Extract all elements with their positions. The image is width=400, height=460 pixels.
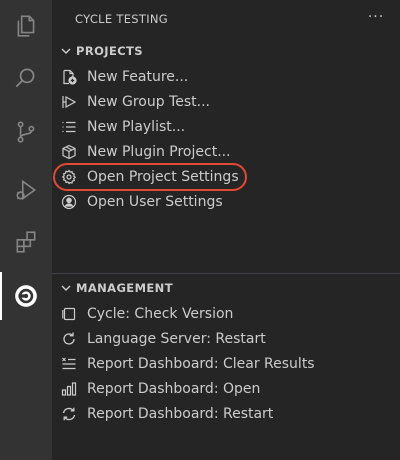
activity-explorer[interactable]	[0, 2, 52, 50]
management-item-label: Report Dashboard: Open	[87, 380, 261, 397]
search-icon	[15, 68, 35, 88]
project-item-label: New Feature...	[87, 68, 189, 85]
project-item-new-playlist[interactable]: New Playlist...	[60, 114, 185, 139]
activity-search[interactable]	[0, 54, 52, 102]
sidebar: CYCLE TESTING ··· PROJECTS New Feature..…	[52, 0, 400, 460]
management-section-title: MANAGEMENT	[76, 281, 173, 295]
project-item-open-project-settings[interactable]: Open Project Settings	[60, 164, 239, 189]
account-icon	[60, 193, 78, 211]
activity-source-control[interactable]	[0, 108, 52, 156]
sync-icon	[60, 405, 78, 423]
management-item-report-restart[interactable]: Report Dashboard: Restart	[60, 401, 273, 426]
chevron-down-icon	[58, 43, 74, 59]
graph-icon	[60, 380, 78, 398]
management-item-label: Language Server: Restart	[87, 330, 266, 347]
management-item-report-open[interactable]: Report Dashboard: Open	[60, 376, 260, 401]
package-icon	[60, 143, 78, 161]
source-control-icon	[17, 121, 35, 143]
sidebar-header: CYCLE TESTING ···	[52, 0, 400, 38]
list-icon	[60, 118, 78, 136]
management-item-clear-results[interactable]: Report Dashboard: Clear Results	[60, 351, 315, 376]
management-item-label: Report Dashboard: Restart	[87, 405, 274, 422]
management-item-language-server-restart[interactable]: Language Server: Restart	[60, 326, 266, 351]
gear-icon	[60, 168, 78, 186]
project-item-label: New Group Test...	[87, 93, 210, 110]
management-item-check-version[interactable]: Cycle: Check Version	[60, 301, 233, 326]
sidebar-title: CYCLE TESTING	[75, 12, 169, 26]
activity-extensions[interactable]	[0, 218, 52, 266]
explorer-icon	[17, 15, 35, 37]
run-debug-icon	[16, 179, 37, 201]
more-actions-button[interactable]: ···	[366, 9, 386, 29]
project-item-label: Open Project Settings	[87, 168, 239, 185]
project-item-new-plugin-project[interactable]: New Plugin Project...	[60, 139, 231, 164]
refresh-icon	[60, 330, 78, 348]
new-feature-icon	[60, 68, 78, 86]
cycle-testing-icon	[15, 285, 37, 307]
management-item-label: Report Dashboard: Clear Results	[87, 355, 315, 372]
project-item-label: Open User Settings	[87, 193, 223, 210]
extensions-icon	[16, 231, 36, 253]
project-item-label: New Plugin Project...	[87, 143, 231, 160]
project-item-label: New Playlist...	[87, 118, 186, 135]
activity-bar	[0, 0, 52, 460]
projects-section-title: PROJECTS	[76, 44, 143, 58]
group-test-icon	[60, 93, 78, 111]
clear-all-icon	[60, 355, 78, 373]
activity-run-debug[interactable]	[0, 166, 52, 214]
project-item-new-feature[interactable]: New Feature...	[60, 64, 188, 89]
section-divider	[52, 273, 400, 274]
management-item-label: Cycle: Check Version	[87, 305, 234, 322]
project-item-open-user-settings[interactable]: Open User Settings	[60, 189, 223, 214]
project-item-new-group-test[interactable]: New Group Test...	[60, 89, 210, 114]
activity-cycle-testing[interactable]	[0, 272, 52, 320]
chevron-down-icon	[58, 280, 74, 296]
versions-icon	[60, 305, 78, 323]
management-section-header[interactable]: MANAGEMENT	[52, 277, 400, 299]
projects-section-header[interactable]: PROJECTS	[52, 40, 400, 62]
